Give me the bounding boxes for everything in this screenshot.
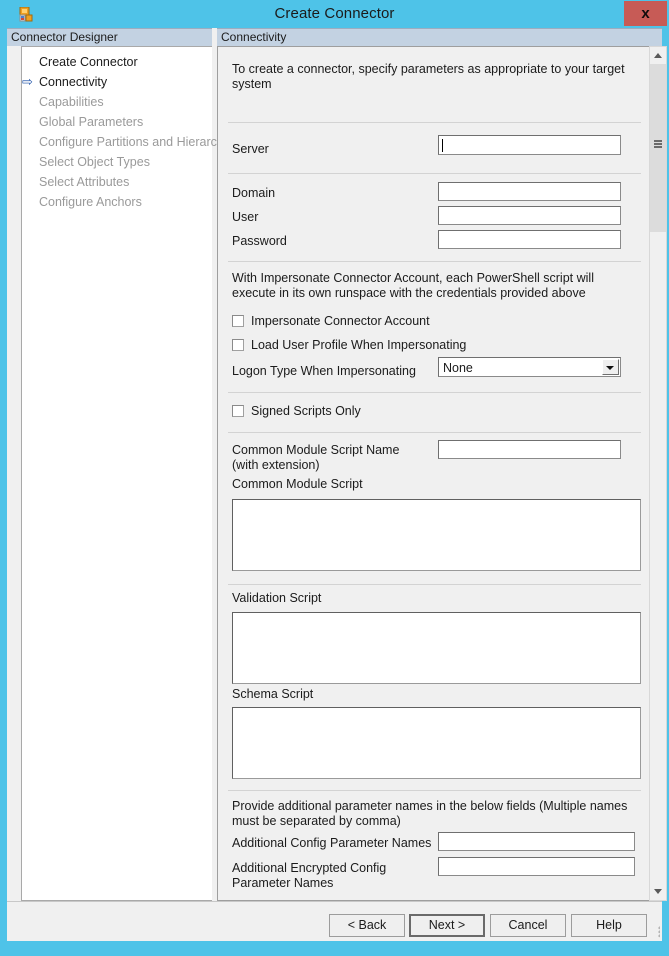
window-title: Create Connector xyxy=(274,5,395,22)
scrollbar-thumb[interactable] xyxy=(650,64,666,232)
logon-type-select[interactable]: None xyxy=(438,357,621,377)
divider xyxy=(228,173,641,174)
nav-label: Select Object Types xyxy=(39,155,150,169)
additional-config-parameter-names-input[interactable] xyxy=(438,832,635,851)
divider xyxy=(228,261,641,262)
load-user-profile-checkbox[interactable] xyxy=(232,339,244,351)
additional-encrypted-config-parameter-names-input[interactable] xyxy=(438,857,635,876)
additional-parameters-note: Provide additional parameter names in th… xyxy=(232,799,628,828)
divider xyxy=(228,122,641,123)
signed-scripts-only-label: Signed Scripts Only xyxy=(251,404,361,418)
scroll-down-icon[interactable] xyxy=(650,883,666,900)
user-label: User xyxy=(232,210,259,224)
divider xyxy=(228,790,641,791)
logon-type-value: None xyxy=(443,361,473,375)
domain-input[interactable] xyxy=(438,182,621,201)
scroll-up-icon[interactable] xyxy=(650,47,666,64)
sidebar-item-configure-partitions-and-hierarchies: Configure Partitions and Hierarchies xyxy=(22,132,240,152)
password-label: Password xyxy=(232,234,287,248)
scrollbar-grip xyxy=(654,140,662,148)
validation-script-textarea[interactable] xyxy=(232,612,641,684)
nav-label: Select Attributes xyxy=(39,175,130,189)
validation-script-label: Validation Script xyxy=(232,591,322,605)
cancel-button[interactable]: Cancel xyxy=(490,914,566,937)
nav-label: Configure Partitions and Hierarchies xyxy=(39,135,240,149)
text-caret xyxy=(442,139,443,152)
chevron-down-icon[interactable] xyxy=(602,359,619,375)
connectivity-pane: Connectivity To create a connector, spec… xyxy=(212,28,667,901)
server-input[interactable] xyxy=(438,135,621,155)
impersonate-connector-account-label: Impersonate Connector Account xyxy=(251,314,430,328)
common-module-script-name-input[interactable] xyxy=(438,440,621,459)
additional-config-parameter-names-label: Additional Config Parameter Names xyxy=(232,836,432,850)
resize-grip-icon[interactable] xyxy=(646,926,660,940)
sidebar-item-create-connector[interactable]: Create Connector xyxy=(22,52,212,72)
sidebar-item-configure-anchors: Configure Anchors xyxy=(22,192,212,212)
impersonate-connector-account-checkbox[interactable] xyxy=(232,315,244,327)
nav-label: Create Connector xyxy=(39,55,138,69)
title-bar: Create Connector x xyxy=(0,0,669,28)
sidebar-item-global-parameters: Global Parameters xyxy=(22,112,212,132)
nav-label: Capabilities xyxy=(39,95,104,109)
divider xyxy=(228,432,641,433)
signed-scripts-only-checkbox[interactable] xyxy=(232,405,244,417)
connectivity-scroll-viewport: To create a connector, specify parameter… xyxy=(217,46,649,901)
schema-script-textarea[interactable] xyxy=(232,707,641,779)
nav-step-list: Create Connector ⇨ Connectivity Capabili… xyxy=(21,46,240,901)
dialog-client-area: Connector Designer Create Connector ⇨ Co… xyxy=(7,28,667,941)
schema-script-label: Schema Script xyxy=(232,687,314,701)
intro-text: To create a connector, specify parameter… xyxy=(232,62,625,91)
domain-label: Domain xyxy=(232,186,276,200)
connectivity-form: To create a connector, specify parameter… xyxy=(218,47,648,900)
connector-designer-nav-pane: Connector Designer Create Connector ⇨ Co… xyxy=(7,28,240,901)
nav-pane-header: Connector Designer xyxy=(7,28,212,46)
current-step-arrow-icon: ⇨ xyxy=(22,74,33,89)
dialog-footer: < Back Next > Cancel Help xyxy=(7,901,662,941)
common-module-script-label: Common Module Script xyxy=(232,477,363,491)
nav-label: Configure Anchors xyxy=(39,195,142,209)
back-button[interactable]: < Back xyxy=(329,914,405,937)
load-user-profile-label: Load User Profile When Impersonating xyxy=(251,338,467,352)
logon-type-label: Logon Type When Impersonating xyxy=(232,364,416,378)
additional-encrypted-config-parameter-names-label: Additional Encrypted Config Parameter Na… xyxy=(232,861,387,890)
sidebar-item-capabilities: Capabilities xyxy=(22,92,212,112)
next-button[interactable]: Next > xyxy=(409,914,485,937)
close-icon[interactable]: x xyxy=(624,1,667,26)
password-input[interactable] xyxy=(438,230,621,249)
server-label: Server xyxy=(232,142,269,156)
nav-label: Global Parameters xyxy=(39,115,144,129)
user-input[interactable] xyxy=(438,206,621,225)
common-module-script-textarea[interactable] xyxy=(232,499,641,571)
divider xyxy=(228,584,641,585)
help-button[interactable]: Help xyxy=(571,914,647,937)
create-connector-window: Create Connector x Connector Designer Cr… xyxy=(0,0,669,956)
impersonate-note: With Impersonate Connector Account, each… xyxy=(232,271,594,300)
sidebar-item-select-attributes: Select Attributes xyxy=(22,172,212,192)
sidebar-item-select-object-types: Select Object Types xyxy=(22,152,212,172)
common-module-script-name-label: Common Module Script Name (with extensio… xyxy=(232,443,400,472)
nav-label: Connectivity xyxy=(39,75,108,89)
vertical-scrollbar[interactable] xyxy=(649,46,667,901)
sidebar-item-connectivity[interactable]: ⇨ Connectivity xyxy=(22,72,212,92)
divider xyxy=(228,392,641,393)
panel-header: Connectivity xyxy=(217,28,662,46)
